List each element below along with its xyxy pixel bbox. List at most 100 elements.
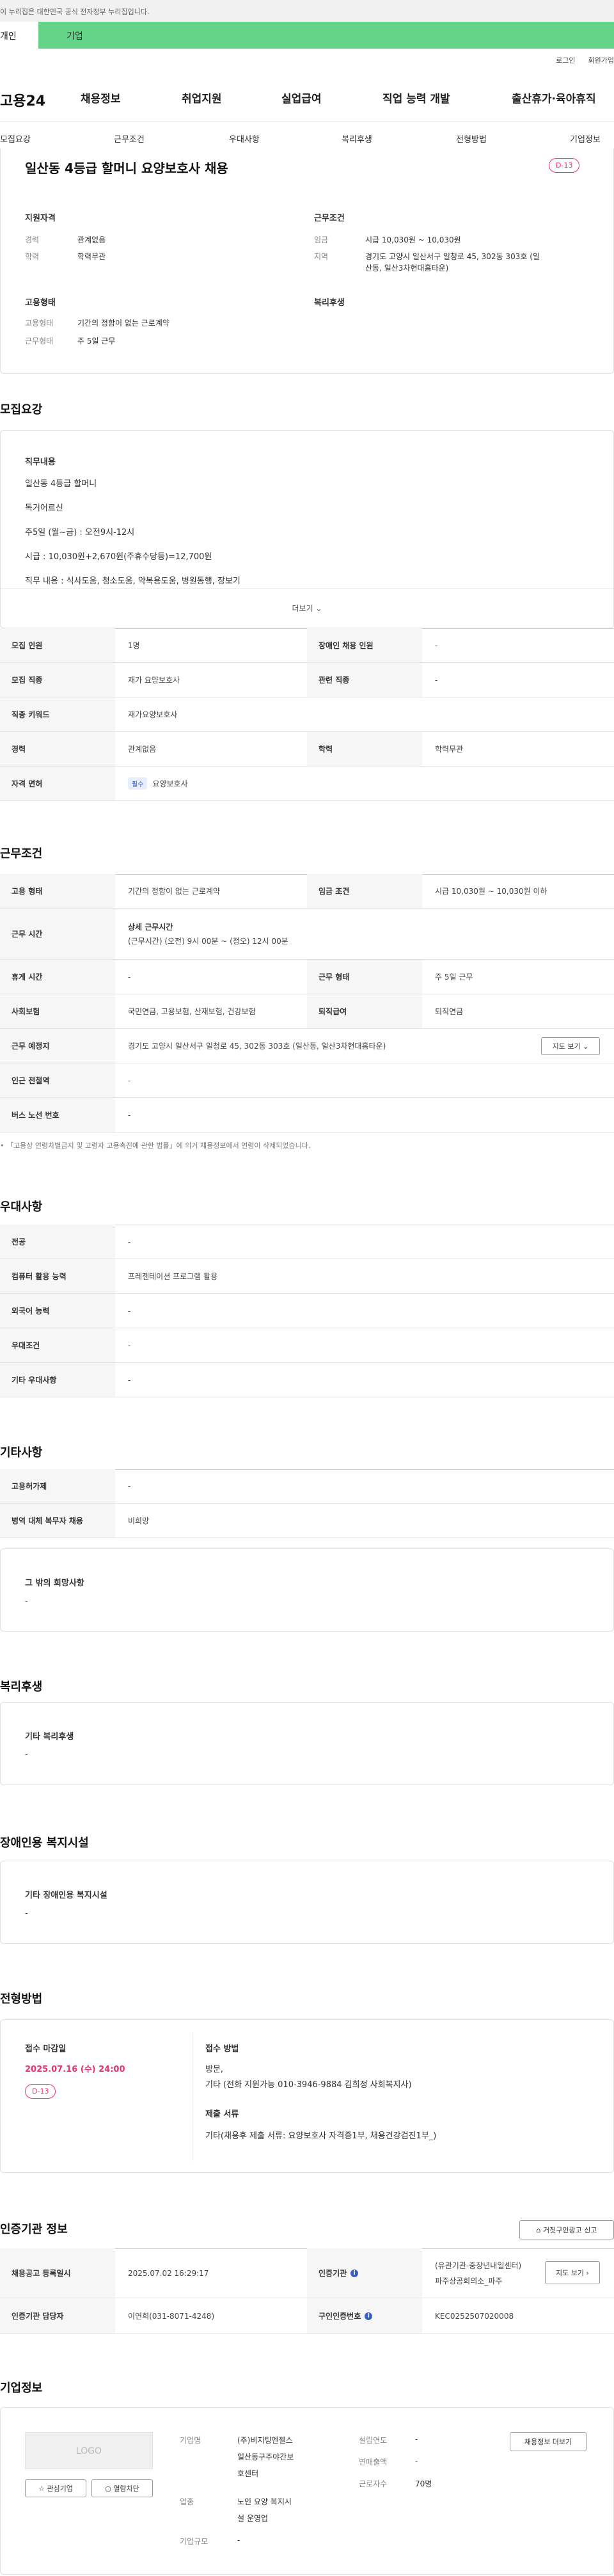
tab-personal[interactable]: 개인 <box>0 22 38 49</box>
section-title-etc: 기타사항 <box>0 1446 43 1459</box>
gnb-jobs[interactable]: 채용정보 <box>81 90 121 106</box>
info-text: 기타 장애인용 복지시설 <box>25 1891 107 1900</box>
row-header: 인증기관 담당자 <box>0 2298 115 2334</box>
user-type-tabs: 개인 기업 <box>0 22 614 49</box>
row-header: 전공 <box>0 1225 115 1259</box>
row-value: 1명 <box>128 641 140 650</box>
table-row: 근무 시간 상세 근무시간 (근무시간) (오전) 9시 00분 ~ (정오) 12… <box>0 909 614 960</box>
info-text: (주)비지팅엔젤스 <box>237 2436 293 2445</box>
table-row: 우대조건 - <box>0 1328 614 1363</box>
info-text: 기타 (전화 지원가능 010-3946-9884 김희정 사회복지사) <box>205 2080 412 2090</box>
report-false-ad-button[interactable]: ⌂ 거짓구인광고 신고 <box>519 2220 614 2239</box>
info-text: 노인 요양 복지시 <box>237 2497 292 2506</box>
more-button[interactable]: 더보기 ⌄ <box>1 588 613 629</box>
info-text: 일산동구주야간보 <box>237 2453 294 2461</box>
anchor-company[interactable]: 기업정보 <box>570 132 601 145</box>
area-key: 지역 <box>314 252 329 261</box>
anchor-recruit[interactable]: 모집요강 <box>0 132 31 145</box>
selection-card: 접수 마감일 2025.07.16 (수) 24:00 D-13 접수 방법 방… <box>0 2019 614 2173</box>
row-header: 임금 조건 <box>307 874 422 908</box>
row-header: 근무 시간 <box>0 909 115 959</box>
duty-card: 직무내용 일산동 4등급 할머니 독거어르신 주5일 (월~금) : 오전9시-… <box>0 430 614 628</box>
info-icon[interactable]: i <box>350 2269 359 2277</box>
gnb-unemployment-benefit[interactable]: 실업급여 <box>281 90 322 106</box>
company-card: LOGO ☆ 관심기업 ○ 열람차단 기업명 (주)비지팅엔젤스 일산동구주야간… <box>0 2407 614 2575</box>
job-title: 일산동 4등급 할머니 요양보호사 채용 <box>25 161 228 176</box>
anchor-selection[interactable]: 전형방법 <box>456 132 487 145</box>
logo[interactable]: 고용24 <box>0 90 45 110</box>
duty-line: 독거어르신 <box>25 504 63 513</box>
info-text: 70명 <box>415 2479 432 2488</box>
anchor-conditions[interactable]: 근무조건 <box>114 132 145 145</box>
table-row: 채용공고 등록일시 2025.07.02 16:29:17 인증기관 i (유관기관-중… <box>0 2248 614 2298</box>
row-value: 주 5일 근무 <box>435 973 473 982</box>
row-value: 관계없음 <box>128 745 157 754</box>
table-row: 휴게 시간 - 근무 형태 주 5일 근무 <box>0 960 614 994</box>
row-value: KEC0252507020008 <box>435 2311 514 2321</box>
area-value-1: 경기도 고양시 일산서구 일청로 45, 302동 303호 (일 <box>365 252 540 261</box>
table-row: 버스 노선 번호 - <box>0 1098 614 1133</box>
row-header: 외국어 능력 <box>0 1294 115 1328</box>
favorite-company-button[interactable]: ☆ 관심기업 <box>25 2479 86 2497</box>
table-row: 인증기관 담당자 이연희(031-8071-4248) 구인인증번호 i KEC0252… <box>0 2298 614 2334</box>
row-value: 학력무관 <box>435 745 464 754</box>
row-value: 국민연금, 고용보험, 산재보험, 건강보험 <box>128 1007 256 1016</box>
table-row: 사회보험 국민연금, 고용보험, 산재보험, 건강보험 퇴직급여 퇴직연금 <box>0 994 614 1029</box>
row-value: 비희망 <box>128 1516 150 1525</box>
block-view-button[interactable]: ○ 열람차단 <box>91 2479 153 2497</box>
map-view-button[interactable]: 지도 보기 ⌄ <box>541 1037 600 1055</box>
gnb-employment-support[interactable]: 취업지원 <box>182 90 222 106</box>
cert-map-button[interactable]: 지도 보기 › <box>545 2261 600 2284</box>
gnb-parental-leave[interactable]: 출산휴가·육아휴직 <box>512 90 596 106</box>
row-header: 모집 직종 <box>0 663 115 697</box>
row-value: 시급 10,030원 ~ 10,030원 이하 <box>435 887 547 896</box>
info-icon[interactable]: i <box>365 2312 373 2320</box>
welfare-label: 복리후생 <box>314 298 345 308</box>
info-text: - <box>25 1750 28 1760</box>
tab-company[interactable]: 기업 <box>67 29 83 42</box>
info-text: 방문, <box>205 2065 224 2074</box>
row-value: 프레젠테이션 프로그램 활용 <box>128 1272 218 1281</box>
info-text: 기업규모 <box>180 2537 209 2546</box>
row-value: 이연희(031-8071-4248) <box>128 2312 215 2321</box>
info-text: - <box>415 2456 418 2465</box>
table-row: 자격 면허 필수 요양보호사 <box>0 767 614 801</box>
required-badge: 필수 <box>128 777 148 790</box>
section-title-selection: 전형방법 <box>0 1992 43 2006</box>
row-header: 구인인증번호 i <box>307 2298 422 2334</box>
more-jobs-button[interactable]: 채용정보 더보기 <box>510 2432 586 2451</box>
login-link[interactable]: 로그인 <box>556 56 575 65</box>
info-text: 기타 복리후생 <box>25 1732 74 1742</box>
row-value: - <box>128 1076 131 1085</box>
table-row: 병역 대체 복무자 채용 비희망 <box>0 1504 614 1538</box>
method-label: 접수 방법 <box>205 2044 239 2054</box>
row-header: 학력 <box>307 732 422 766</box>
info-text: 근로자수 <box>359 2479 388 2488</box>
section-title-welfare: 복리후생 <box>0 1680 43 1694</box>
education-key: 학력 <box>25 252 40 261</box>
anchor-preference[interactable]: 우대사항 <box>229 132 260 145</box>
table-row: 인근 전철역 - <box>0 1063 614 1098</box>
anchor-welfare[interactable]: 복리후생 <box>342 132 372 145</box>
gnb-job-training[interactable]: 직업 능력 개발 <box>382 90 450 106</box>
duty-line: 직무 내용 : 식사도움, 청소도움, 약복용도움, 병원동행, 장보기 <box>25 576 240 586</box>
row-value: - <box>128 1306 131 1316</box>
worktype-value: 주 5일 근무 <box>77 337 116 346</box>
signup-link[interactable]: 회원가입 <box>588 56 614 65</box>
table-row: 고용 형태 기간의 정함이 없는 근로계약 임금 조건 시급 10,030원 ~ 10… <box>0 874 614 909</box>
worktype-key: 근무형태 <box>25 337 54 346</box>
table-row: 모집 인원 1명 장애인 채용 인원 - <box>0 628 614 663</box>
conditions-label: 근무조건 <box>314 214 345 223</box>
row-header: 퇴직급여 <box>307 994 422 1028</box>
table-row: 외국어 능력 - <box>0 1294 614 1328</box>
row-value: 2025.07.02 16:29:17 <box>128 2268 209 2278</box>
row-header: 병역 대체 복무자 채용 <box>0 1504 115 1538</box>
row-header: 버스 노선 번호 <box>0 1098 115 1132</box>
table-row: 기타 우대사항 - <box>0 1363 614 1397</box>
table-row: 근무 예정지 경기도 고양시 일산서구 일청로 45, 302동 303호 (일산… <box>0 1029 614 1063</box>
emptype-value: 기간의 정함이 없는 근로계약 <box>77 319 169 328</box>
age-notice: • 「고용상 연령차별금지 및 고령자 고용촉진에 관한 법률」에 의거 채용정… <box>0 1141 311 1150</box>
row-header: 관련 직종 <box>307 663 422 697</box>
row-value: 재가 요양보호사 <box>128 676 180 685</box>
info-text: 기타(채용후 제출 서류: 요양보호사 자격증1부, 채용건강검진1부_) <box>205 2131 437 2141</box>
